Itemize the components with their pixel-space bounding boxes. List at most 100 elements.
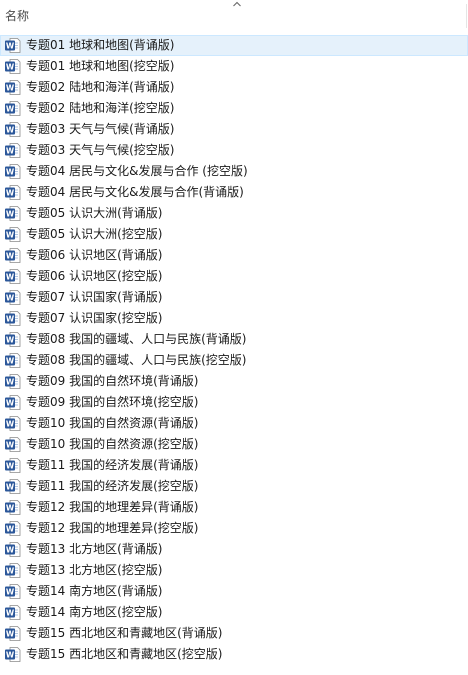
svg-text:W: W — [6, 650, 15, 659]
svg-text:W: W — [6, 125, 15, 134]
word-document-icon: W — [5, 332, 21, 347]
svg-text:W: W — [6, 188, 15, 197]
word-document-icon: W — [5, 227, 21, 242]
word-document-icon: W — [5, 101, 21, 116]
file-row[interactable]: W 专题03 天气与气候(挖空版) — [0, 140, 468, 161]
file-row[interactable]: W 专题04 居民与文化&发展与合作(背诵版) — [0, 182, 468, 203]
word-document-icon: W — [5, 626, 21, 641]
file-name: 专题02 陆地和海洋(背诵版) — [26, 80, 175, 94]
file-row[interactable]: W 专题11 我国的经济发展(背诵版) — [0, 455, 468, 476]
word-document-icon: W — [5, 248, 21, 263]
file-row[interactable]: W 专题01 地球和地图(背诵版) — [0, 35, 468, 56]
file-name: 专题13 北方地区(挖空版) — [26, 563, 163, 577]
file-row[interactable]: W 专题07 认识国家(背诵版) — [0, 287, 468, 308]
svg-text:W: W — [6, 314, 15, 323]
file-row[interactable]: W 专题10 我国的自然资源(背诵版) — [0, 413, 468, 434]
file-row[interactable]: W 专题06 认识地区(背诵版) — [0, 245, 468, 266]
svg-text:W: W — [6, 335, 15, 344]
file-name: 专题03 天气与气候(背诵版) — [26, 122, 175, 136]
file-row[interactable]: W 专题05 认识大洲(背诵版) — [0, 203, 468, 224]
file-name: 专题03 天气与气候(挖空版) — [26, 143, 175, 157]
chevron-up-icon[interactable] — [232, 0, 242, 8]
word-document-icon: W — [5, 563, 21, 578]
file-row[interactable]: W 专题14 南方地区(背诵版) — [0, 581, 468, 602]
word-document-icon: W — [5, 479, 21, 494]
svg-text:W: W — [6, 62, 15, 71]
file-row[interactable]: W 专题07 认识国家(挖空版) — [0, 308, 468, 329]
svg-text:W: W — [6, 104, 15, 113]
column-divider[interactable] — [466, 4, 467, 28]
word-document-icon: W — [5, 416, 21, 431]
file-row[interactable]: W 专题08 我国的疆域、人口与民族(背诵版) — [0, 329, 468, 350]
column-header: 名称 — [0, 0, 468, 30]
file-row[interactable]: W 专题06 认识地区(挖空版) — [0, 266, 468, 287]
file-row[interactable]: W 专题15 西北地区和青藏地区(背诵版) — [0, 623, 468, 644]
file-name: 专题14 南方地区(挖空版) — [26, 605, 163, 619]
svg-text:W: W — [6, 83, 15, 92]
svg-text:W: W — [6, 398, 15, 407]
file-row[interactable]: W 专题09 我国的自然环境(背诵版) — [0, 371, 468, 392]
svg-text:W: W — [6, 230, 15, 239]
svg-text:W: W — [6, 419, 15, 428]
svg-text:W: W — [6, 566, 15, 575]
file-row[interactable]: W 专题03 天气与气候(背诵版) — [0, 119, 468, 140]
svg-text:W: W — [6, 41, 15, 50]
file-name: 专题01 地球和地图(挖空版) — [26, 59, 175, 73]
file-row[interactable]: W 专题02 陆地和海洋(背诵版) — [0, 77, 468, 98]
svg-text:W: W — [6, 167, 15, 176]
file-row[interactable]: W 专题12 我国的地理差异(挖空版) — [0, 518, 468, 539]
file-name: 专题12 我国的地理差异(背诵版) — [26, 500, 199, 514]
word-document-icon: W — [5, 353, 21, 368]
file-row[interactable]: W 专题08 我国的疆域、人口与民族(挖空版) — [0, 350, 468, 371]
word-document-icon: W — [5, 311, 21, 326]
file-name: 专题10 我国的自然资源(背诵版) — [26, 416, 199, 430]
file-row[interactable]: W 专题04 居民与文化&发展与合作 (挖空版) — [0, 161, 468, 182]
file-row[interactable]: W 专题01 地球和地图(挖空版) — [0, 56, 468, 77]
file-row[interactable]: W 专题11 我国的经济发展(挖空版) — [0, 476, 468, 497]
svg-text:W: W — [6, 461, 15, 470]
file-name: 专题08 我国的疆域、人口与民族(挖空版) — [26, 353, 247, 367]
name-column-header[interactable]: 名称 — [5, 8, 29, 24]
file-name: 专题06 认识地区(背诵版) — [26, 248, 163, 262]
word-document-icon: W — [5, 374, 21, 389]
svg-text:W: W — [6, 440, 15, 449]
file-row[interactable]: W 专题05 认识大洲(挖空版) — [0, 224, 468, 245]
word-document-icon: W — [5, 185, 21, 200]
file-name: 专题06 认识地区(挖空版) — [26, 269, 163, 283]
file-row[interactable]: W 专题14 南方地区(挖空版) — [0, 602, 468, 623]
file-row[interactable]: W 专题12 我国的地理差异(背诵版) — [0, 497, 468, 518]
file-name: 专题01 地球和地图(背诵版) — [26, 38, 175, 52]
svg-text:W: W — [6, 482, 15, 491]
file-name: 专题11 我国的经济发展(背诵版) — [26, 458, 199, 472]
svg-text:W: W — [6, 524, 15, 533]
svg-text:W: W — [6, 272, 15, 281]
file-name: 专题10 我国的自然资源(挖空版) — [26, 437, 199, 451]
file-row[interactable]: W 专题13 北方地区(挖空版) — [0, 560, 468, 581]
file-name: 专题04 居民与文化&发展与合作 (挖空版) — [26, 164, 248, 178]
svg-text:W: W — [6, 146, 15, 155]
file-name: 专题14 南方地区(背诵版) — [26, 584, 163, 598]
word-document-icon: W — [5, 164, 21, 179]
file-row[interactable]: W 专题15 西北地区和青藏地区(挖空版) — [0, 644, 468, 665]
svg-text:W: W — [6, 293, 15, 302]
word-document-icon: W — [5, 143, 21, 158]
file-name: 专题11 我国的经济发展(挖空版) — [26, 479, 199, 493]
file-name: 专题09 我国的自然环境(挖空版) — [26, 395, 199, 409]
file-name: 专题12 我国的地理差异(挖空版) — [26, 521, 199, 535]
file-name: 专题09 我国的自然环境(背诵版) — [26, 374, 199, 388]
file-list: W 专题01 地球和地图(背诵版) W 专题01 地球和地图(挖空版) W 专题02 陆地… — [0, 35, 468, 665]
file-row[interactable]: W 专题13 北方地区(背诵版) — [0, 539, 468, 560]
file-name: 专题15 西北地区和青藏地区(挖空版) — [26, 647, 223, 661]
word-document-icon: W — [5, 647, 21, 662]
word-document-icon: W — [5, 395, 21, 410]
file-row[interactable]: W 专题09 我国的自然环境(挖空版) — [0, 392, 468, 413]
svg-text:W: W — [6, 608, 15, 617]
file-row[interactable]: W 专题02 陆地和海洋(挖空版) — [0, 98, 468, 119]
svg-text:W: W — [6, 209, 15, 218]
file-row[interactable]: W 专题10 我国的自然资源(挖空版) — [0, 434, 468, 455]
word-document-icon: W — [5, 542, 21, 557]
svg-text:W: W — [6, 629, 15, 638]
svg-text:W: W — [6, 503, 15, 512]
file-name: 专题08 我国的疆域、人口与民族(背诵版) — [26, 332, 247, 346]
svg-text:W: W — [6, 545, 15, 554]
